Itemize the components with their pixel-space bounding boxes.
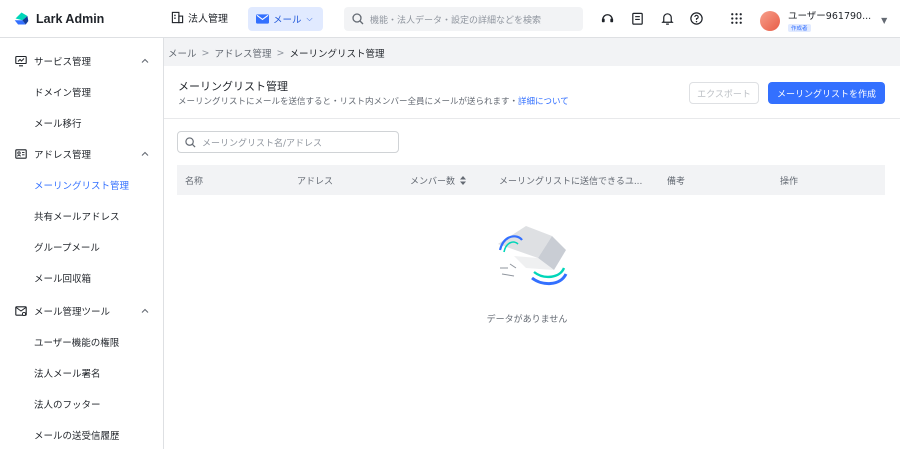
avatar (760, 10, 780, 31)
column-header-label: アドレス (297, 176, 334, 187)
details-link[interactable]: 詳細について (518, 97, 569, 107)
page-description: メーリングリストにメールを送信すると・リスト内メンバー全員にメールが送られます・… (178, 95, 569, 107)
mail-icon (256, 14, 269, 24)
sidebar-item-label: メール回収箱 (34, 274, 92, 285)
bell-icon[interactable] (660, 11, 675, 26)
breadcrumb-item-address[interactable]: アドレス管理 (214, 46, 271, 60)
main-panel: メーリングリスト管理 メーリングリストにメールを送信すると・リスト内メンバー全員… (164, 66, 900, 449)
chevron-up-icon (141, 58, 149, 63)
column-header-label: メーリングリストに送信できるユ... (499, 176, 643, 187)
sidebar: サービス管理 ドメイン管理 メール移行 アドレス管理 メーリングリスト管理 共有… (0, 38, 164, 449)
sidebar-group-tools[interactable]: メール管理ツール (0, 296, 164, 326)
sidebar-item-label: グループメール (34, 243, 100, 254)
sidebar-item-label: メーリングリスト管理 (34, 181, 130, 192)
mail-settings-icon (15, 306, 27, 317)
user-menu[interactable]: ユーザー961790... 作成者 ▼ (760, 8, 887, 33)
lark-logo-icon (14, 12, 29, 25)
user-name: ユーザー961790... (788, 11, 872, 22)
sidebar-item-migration[interactable]: メール移行 (0, 108, 164, 138)
task-list-icon[interactable] (630, 11, 645, 26)
corp-management-label: 法人管理 (188, 14, 228, 25)
sidebar-item-user-permissions[interactable]: ユーザー機能の権限 (0, 327, 164, 357)
sidebar-item-label: ユーザー機能の権限 (34, 338, 120, 349)
sidebar-group-label: メール管理ツール (34, 307, 111, 318)
search-icon (352, 13, 364, 25)
page-title: メーリングリスト管理 (178, 80, 288, 93)
mailing-list-search-placeholder: メーリングリスト名/アドレス (202, 138, 323, 149)
sidebar-item-shared-address[interactable]: 共有メールアドレス (0, 201, 164, 231)
app-title: Lark Admin (36, 11, 105, 26)
sidebar-item-label: メール移行 (34, 119, 82, 130)
sidebar-item-recycle-box[interactable]: メール回収箱 (0, 263, 164, 293)
column-header-actions: 操作 (780, 165, 860, 195)
sidebar-group-label: アドレス管理 (34, 150, 92, 161)
user-role-badge: 作成者 (788, 24, 811, 32)
global-search-input[interactable]: 機能・法人データ・設定の詳細などを検索 (344, 7, 583, 31)
column-header-address: アドレス (297, 165, 397, 195)
sort-icon[interactable] (460, 175, 467, 185)
chevron-down-icon: ⌵ (306, 14, 313, 23)
sidebar-item-footer[interactable]: 法人のフッター (0, 389, 164, 419)
breadcrumb: メール > アドレス管理 > メーリングリスト管理 (168, 46, 385, 61)
breadcrumb-separator-icon: > (201, 47, 210, 59)
sidebar-item-label: 法人のフッター (34, 400, 101, 411)
column-header-label: 操作 (780, 176, 799, 187)
sidebar-item-mailing-list[interactable]: メーリングリスト管理 (0, 170, 164, 200)
sidebar-item-group-mail[interactable]: グループメール (0, 232, 164, 262)
support-icon[interactable] (600, 11, 615, 26)
column-header-label: メンバー数 (410, 176, 456, 187)
user-info: ユーザー961790... 作成者 (788, 8, 871, 33)
breadcrumb-item-mail[interactable]: メール (168, 46, 197, 60)
global-search-placeholder: 機能・法人データ・設定の詳細などを検索 (370, 15, 542, 26)
sidebar-item-label: ドメイン管理 (34, 88, 92, 99)
mailing-list-search-input[interactable]: メーリングリスト名/アドレス (177, 131, 399, 153)
empty-state-label: データがありません (486, 315, 568, 325)
caret-down-icon: ▼ (881, 16, 888, 25)
chevron-up-icon (141, 151, 149, 156)
page-description-text: メーリングリストにメールを送信すると・リスト内メンバー全員にメールが送られます・ (178, 97, 519, 107)
mail-tab-label: メール (273, 15, 302, 26)
breadcrumb-item-current: メーリングリスト管理 (289, 49, 385, 60)
column-header-senders: メーリングリストに送信できるユ... (499, 165, 649, 195)
create-mailing-list-button[interactable]: メーリングリストを作成 (768, 82, 885, 104)
mail-product-switcher[interactable]: メール ⌵ (248, 7, 323, 31)
sidebar-item-label: 共有メールアドレス (34, 212, 120, 223)
column-header-name: 名称 (185, 165, 285, 195)
app-logo[interactable]: Lark Admin (13, 10, 104, 27)
column-header-label: 名称 (185, 176, 204, 187)
export-button[interactable]: エクスポート (689, 82, 759, 104)
help-icon[interactable] (689, 11, 704, 26)
column-header-note: 備考 (667, 165, 747, 195)
empty-state-text: データがありません (164, 312, 900, 325)
chevron-up-icon (141, 308, 149, 313)
sidebar-item-signature[interactable]: 法人メール署名 (0, 358, 164, 388)
search-icon (185, 136, 196, 148)
sidebar-item-mail-history[interactable]: メールの送受信履歴 (0, 420, 164, 449)
breadcrumb-separator-icon: > (276, 47, 285, 59)
sidebar-item-label: 法人メール署名 (34, 369, 101, 380)
column-header-member-count[interactable]: メンバー数 (410, 165, 500, 195)
sidebar-item-label: メールの送受信履歴 (34, 431, 120, 442)
contact-card-icon (15, 149, 27, 159)
header-divider (164, 118, 900, 119)
table-header: 名称 アドレス メンバー数 メーリングリストに送信できるユ... 備考 操作 (177, 165, 885, 195)
sidebar-item-domain[interactable]: ドメイン管理 (0, 77, 164, 107)
monitor-icon (15, 55, 27, 67)
building-icon (171, 11, 184, 24)
column-header-label: 備考 (667, 176, 686, 187)
empty-box-illustration (498, 226, 568, 285)
sidebar-group-service[interactable]: サービス管理 (0, 46, 164, 76)
app-grid-icon[interactable] (729, 11, 744, 26)
sidebar-group-label: サービス管理 (34, 57, 92, 68)
top-bar: Lark Admin 法人管理 メール ⌵ 機能・法人データ・設定の詳細などを検… (0, 0, 900, 38)
corp-management-link[interactable]: 法人管理 (171, 10, 228, 25)
sidebar-group-address[interactable]: アドレス管理 (0, 139, 164, 169)
